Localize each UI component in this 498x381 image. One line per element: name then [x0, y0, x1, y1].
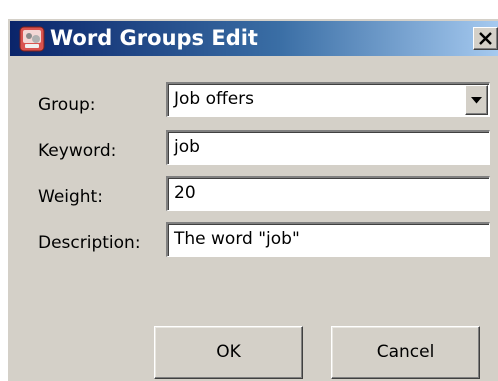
keyword-input[interactable]: job: [166, 130, 490, 165]
word-groups-edit-dialog: Word Groups Edit Group: Job offers Keywo…: [7, 18, 498, 381]
app-icon: [19, 26, 45, 52]
weight-input[interactable]: 20: [166, 176, 490, 211]
group-dropdown-button[interactable]: [465, 85, 488, 115]
close-icon: [479, 32, 492, 45]
dialog-title: Word Groups Edit: [50, 26, 258, 50]
group-label: Group:: [38, 95, 96, 115]
weight-label: Weight:: [38, 187, 103, 207]
group-select[interactable]: Job offers: [166, 82, 490, 117]
description-label: Description:: [38, 233, 141, 253]
group-select-value: Job offers: [174, 89, 255, 109]
description-input[interactable]: The word "job": [166, 222, 490, 257]
close-button[interactable]: [473, 27, 498, 50]
cancel-button[interactable]: Cancel: [331, 326, 480, 379]
chevron-down-icon: [471, 97, 482, 104]
title-bar[interactable]: Word Groups Edit: [10, 21, 498, 56]
ok-button[interactable]: OK: [154, 326, 303, 379]
keyword-label: Keyword:: [38, 141, 117, 161]
